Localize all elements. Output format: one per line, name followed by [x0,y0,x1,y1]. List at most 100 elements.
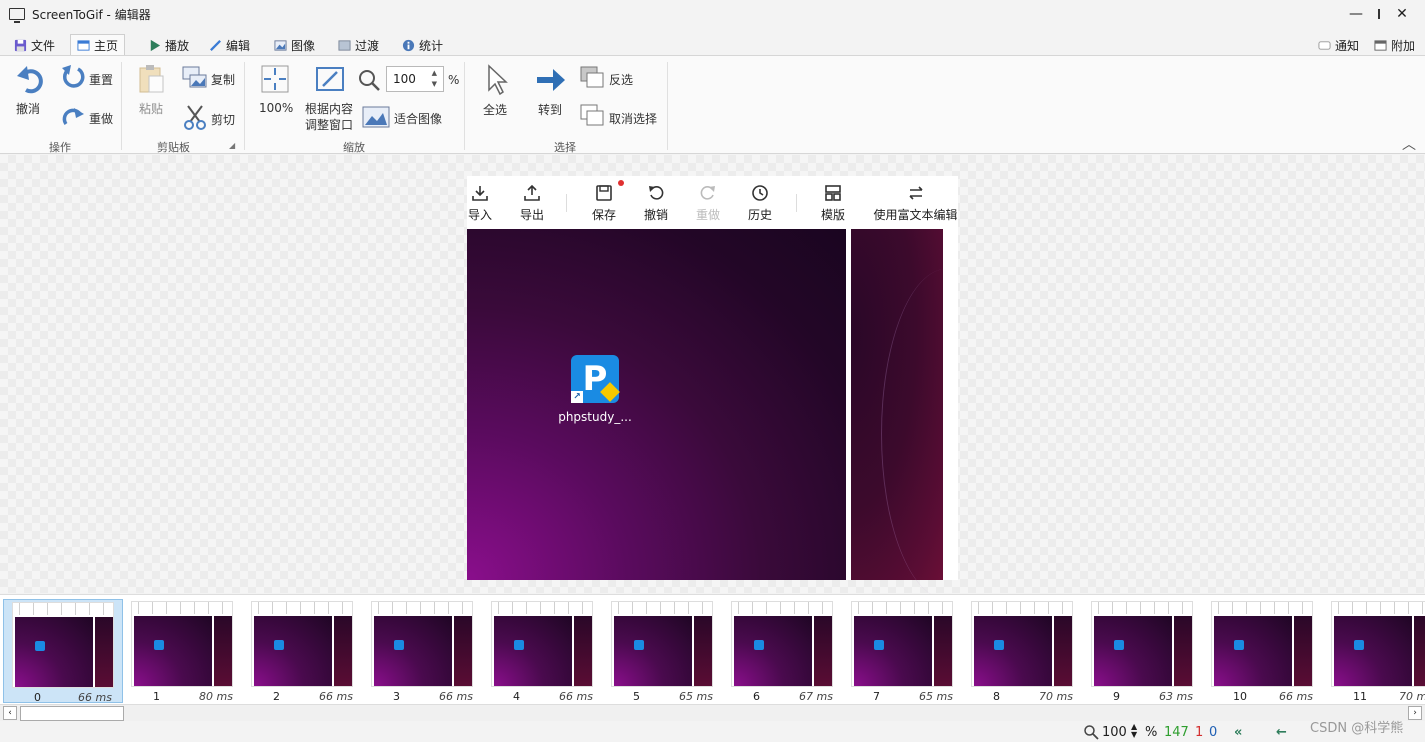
group-label-zoom: 缩放 [343,141,365,154]
frame-thumbnail[interactable]: 5 65 ms [603,599,723,703]
maximize-button[interactable] [1333,0,1380,28]
zoom-100-button[interactable]: 100% [257,62,293,120]
template-icon [825,185,841,201]
undo-tool: 撤销 [643,176,669,223]
ribbon: 撤消 重置 重做 操作 粘贴 复制 剪切 剪贴板 ◢ 100% 根据内容 调整窗… [0,55,1425,154]
tab-label: 过渡 [355,38,380,53]
toolbar-divider [796,194,797,212]
frame-thumbnail[interactable]: 11 70 ms [1323,599,1425,703]
ribbon-tabs: 文件 主页 播放 编辑 图像 过渡 统计 通知 附加 [0,32,1425,56]
frame-thumbnail[interactable]: 3 66 ms [363,599,483,703]
frame-number: 4 [513,690,520,703]
paste-button[interactable]: 粘贴 [135,62,171,120]
tab-play[interactable]: 播放 [142,34,195,56]
copy-icon [182,66,207,88]
thumb-desktop [374,616,452,686]
frame-delay: 70 ms [1399,690,1425,703]
notify-label: 通知 [1335,38,1360,53]
spin-down-icon[interactable]: ▼ [432,80,437,88]
goto-button[interactable]: 转到 [533,62,569,120]
group-divider [667,62,668,150]
frame-number: 11 [1353,690,1367,703]
transition-icon [338,39,351,51]
zoom-input[interactable]: 100 ▲ ▼ [386,66,444,92]
redo-button[interactable]: 重做 [60,104,120,132]
undo-icon [17,66,43,94]
thumb-desktop-right [1414,616,1425,686]
frame-thumbnail[interactable]: 0 66 ms [3,599,123,704]
previous-frame-icon[interactable]: ← [1276,725,1287,740]
frame-count-selected: 1 [1195,725,1204,740]
horizontal-scrollbar[interactable]: ‹ › [0,704,1425,721]
deselect-button[interactable]: 取消选择 [580,104,664,130]
thumb-desktop [614,616,692,686]
frame-thumbnail[interactable]: 1 80 ms [123,599,243,703]
notify-button[interactable]: 通知 [1312,34,1365,56]
maximize-icon [1378,9,1380,19]
select-all-button[interactable]: 全选 [481,62,513,120]
frame-thumbnail[interactable]: 9 63 ms [1083,599,1203,703]
paste-label: 粘贴 [139,102,164,116]
reset-button[interactable]: 重置 [60,64,120,92]
thumb-desktop [974,616,1052,686]
fit-window-button[interactable]: 根据内容 调整窗口 [303,62,359,140]
thumb-toolbar [1332,602,1425,614]
frame-thumbnail[interactable]: 8 70 ms [963,599,1083,703]
thumb-toolbar [13,603,113,615]
desktop-frame-right [851,229,943,599]
magnifier-icon [359,70,380,91]
status-percent: % [1145,725,1158,740]
title-bar: ScreenToGif - 编辑器 — ✕ [0,0,1425,28]
download-icon [472,186,488,201]
tab-transition[interactable]: 过渡 [332,34,385,56]
thumb-toolbar [252,602,352,614]
select-all-label: 全选 [483,103,508,117]
redo-tool: 重做 [695,176,721,223]
status-zoom-value[interactable]: 100 [1102,725,1127,740]
frame-delay: 66 ms [439,690,473,703]
frame-thumbnail[interactable]: 10 66 ms [1203,599,1323,703]
reset-icon [62,65,85,88]
close-button[interactable]: ✕ [1379,0,1425,28]
invert-selection-button[interactable]: 反选 [580,66,660,92]
scroll-left-icon[interactable]: ‹ [3,706,17,720]
tab-stats[interactable]: 统计 [396,34,449,56]
clipboard-expand-icon[interactable]: ◢ [229,141,235,150]
frame-count-total: 147 [1164,725,1189,740]
scroll-thumb[interactable] [20,706,124,721]
frame-number: 8 [993,690,1000,703]
first-frame-icon[interactable]: « [1234,725,1242,740]
cut-label: 剪切 [211,113,236,127]
undo-button[interactable]: 撤消 [12,62,50,120]
watermark: CSDN @科学熊 [1310,721,1404,736]
scroll-right-icon[interactable]: › [1408,706,1422,720]
thumb-desktop-right [574,616,592,686]
frame-number: 7 [873,690,880,703]
thumb-toolbar [612,602,712,614]
scissors-icon [184,105,206,130]
thumb-desktop [1214,616,1292,686]
frame-thumbnail[interactable]: 7 65 ms [843,599,963,703]
frame-thumbnail[interactable]: 2 66 ms [243,599,363,703]
tab-image[interactable]: 图像 [268,34,321,56]
tab-home[interactable]: 主页 [70,34,126,56]
status-spin-icon[interactable]: ▲ ▼ [1131,723,1137,739]
tab-edit[interactable]: 编辑 [203,34,256,56]
cursor-icon [488,64,508,96]
frame-preview-thumb [251,601,353,687]
tab-label: 播放 [165,38,190,53]
collapse-ribbon-icon[interactable]: ︿ [1402,134,1416,154]
frame-thumbnail[interactable]: 4 66 ms [483,599,603,703]
copy-button[interactable]: 复制 [182,66,242,92]
cut-button[interactable]: 剪切 [182,104,242,132]
attach-button[interactable]: 附加 [1368,34,1421,56]
frame-delay: 66 ms [559,690,593,703]
tab-file[interactable]: 文件 [8,34,61,56]
fit-image-button[interactable]: 适合图像 [362,104,452,130]
group-label-clipboard: 剪贴板 [157,141,190,154]
thumb-desktop-right [454,616,472,686]
frame-thumbnail[interactable]: 6 67 ms [723,599,843,703]
spin-up-icon[interactable]: ▲ [432,69,437,77]
rich-text-label: 使用富文本编辑 [873,208,958,222]
unsaved-dot [618,180,624,186]
